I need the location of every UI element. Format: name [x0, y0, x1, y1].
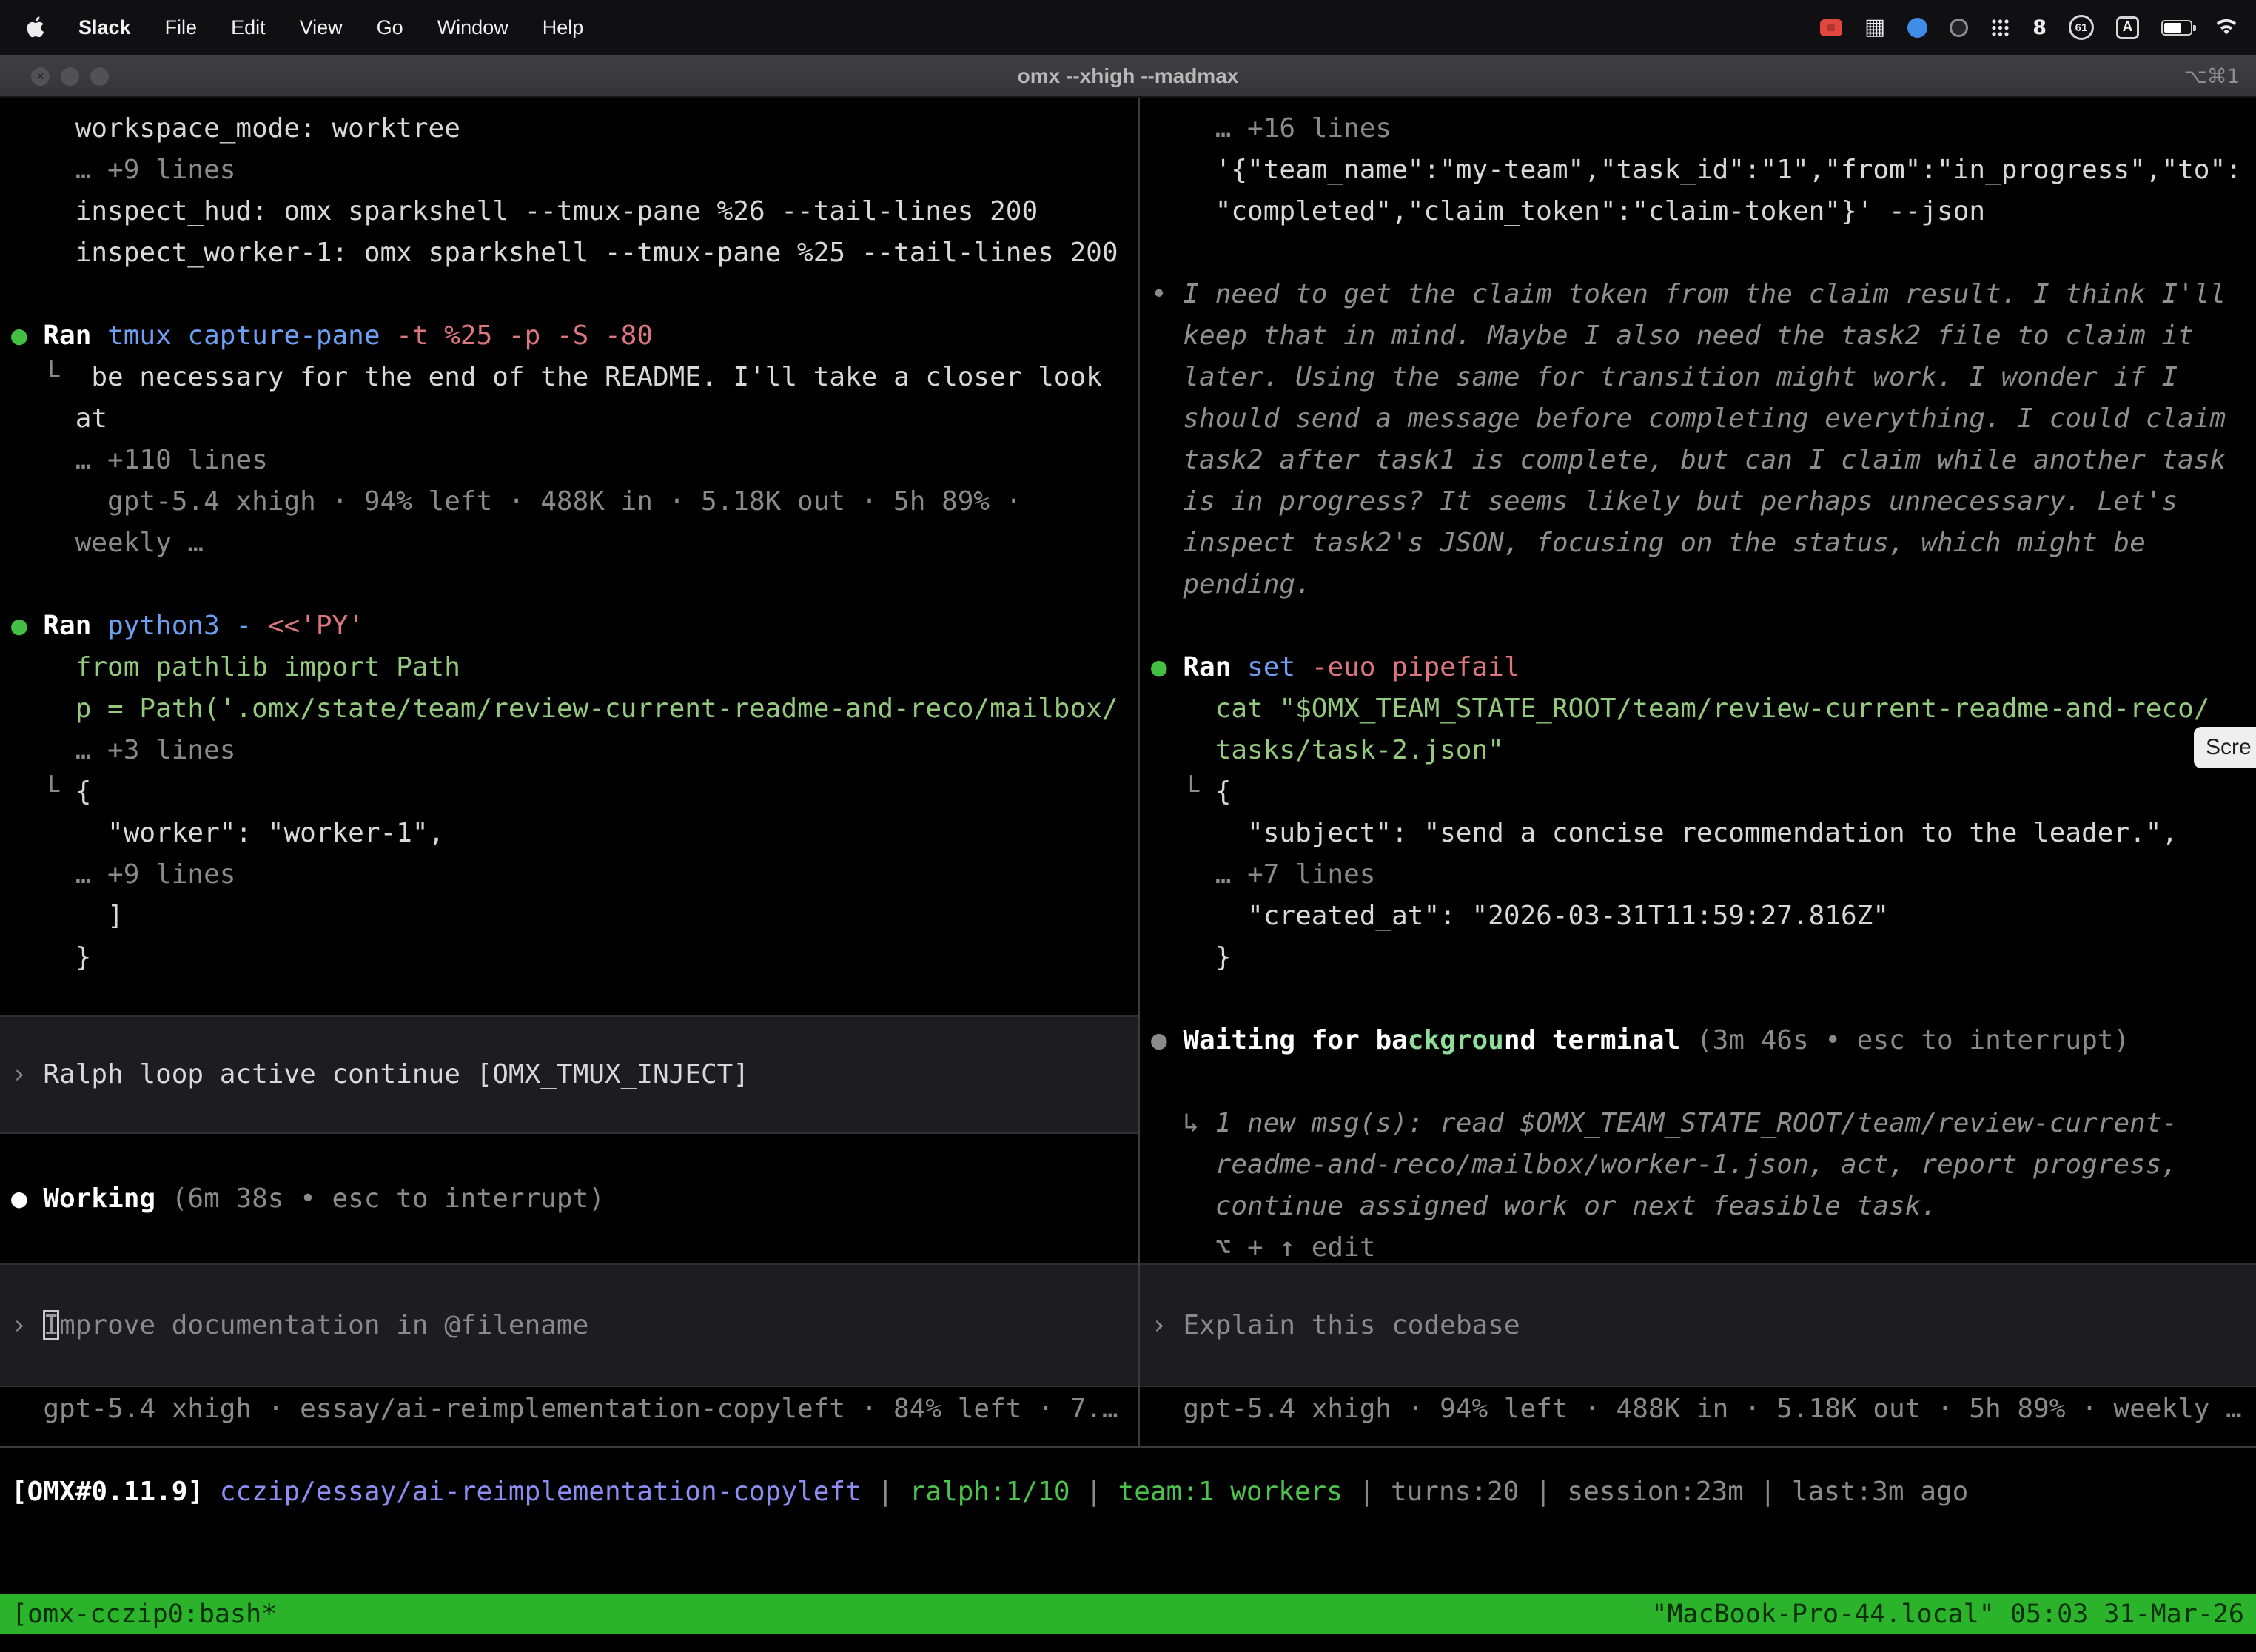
left-model-statusline: gpt-5.4 xhigh · essay/ai-reimplementatio… — [11, 1389, 1136, 1430]
left-inject-banner: › Ralph loop active continue [OMX_TMUX_I… — [0, 1015, 1138, 1134]
menu-item-window[interactable]: Window — [437, 16, 508, 39]
left-prompt-input[interactable]: › Improve documentation in @filename — [0, 1263, 1138, 1387]
battery-icon[interactable] — [2161, 20, 2192, 36]
omx-status-bar: [OMX#0.11.9] cczip/essay/ai-reimplementa… — [11, 1471, 2246, 1513]
battery-percent-badge[interactable]: 61 — [2069, 15, 2094, 40]
tmux-host-and-time: "MacBook-Pro-44.local" 05:03 31-Mar-26 — [1651, 1594, 2244, 1635]
left-pane-output: workspace_mode: worktree … +9 lines insp… — [11, 108, 1136, 978]
app-grid-icon[interactable] — [1990, 18, 2010, 38]
menu-item-view[interactable]: View — [300, 16, 343, 39]
window-title: omx --xhigh --madmax — [0, 55, 2256, 98]
pane-divider — [1138, 98, 1140, 1448]
menu-app-name[interactable]: Slack — [78, 16, 131, 39]
screen-recording-icon[interactable] — [1820, 19, 1842, 36]
menu-item-file[interactable]: File — [165, 16, 198, 39]
menu-item-edit[interactable]: Edit — [231, 16, 266, 39]
status-divider — [0, 1446, 2256, 1448]
dark-app-icon[interactable] — [1950, 19, 1968, 37]
apple-menu-icon[interactable] — [25, 16, 44, 38]
right-prompt-input[interactable]: › Explain this codebase — [1140, 1263, 2256, 1387]
tmux-session-name: [omx-cczip0:bash* — [12, 1594, 277, 1635]
menu-item-help[interactable]: Help — [543, 16, 584, 39]
window-manager-icon[interactable]: ▦ — [1864, 16, 1885, 38]
menu-bar: Slack File Edit View Go Window Help ▦ 8 … — [0, 0, 2256, 55]
menu-bar-status-icons: ▦ 8 61 A — [1820, 15, 2256, 40]
right-pane-output: … +16 lines '{"team_name":"my-team","tas… — [1151, 108, 2254, 1269]
right-model-statusline: gpt-5.4 xhigh · 94% left · 488K in · 5.1… — [1151, 1389, 2254, 1430]
window-titlebar[interactable]: × omx --xhigh --madmax ⌥⌘1 — [0, 55, 2256, 98]
ghost-icon[interactable]: 8 — [2032, 16, 2047, 39]
wifi-icon[interactable] — [2215, 18, 2238, 37]
left-working-status: ● Working (6m 38s • esc to interrupt) — [11, 1178, 1136, 1220]
tmux-status-bar: [omx-cczip0:bash* "MacBook-Pro-44.local"… — [0, 1594, 2256, 1634]
menu-item-go[interactable]: Go — [377, 16, 403, 39]
menu-bar-left: Slack File Edit View Go Window Help — [0, 16, 583, 39]
input-source-icon[interactable]: A — [2116, 16, 2139, 39]
window-shortcut: ⌥⌘1 — [2184, 55, 2240, 98]
terminal[interactable]: workspace_mode: worktree … +9 lines insp… — [0, 98, 2256, 1652]
screen-share-tooltip: Scre — [2194, 727, 2256, 768]
blue-app-icon[interactable] — [1907, 18, 1927, 38]
